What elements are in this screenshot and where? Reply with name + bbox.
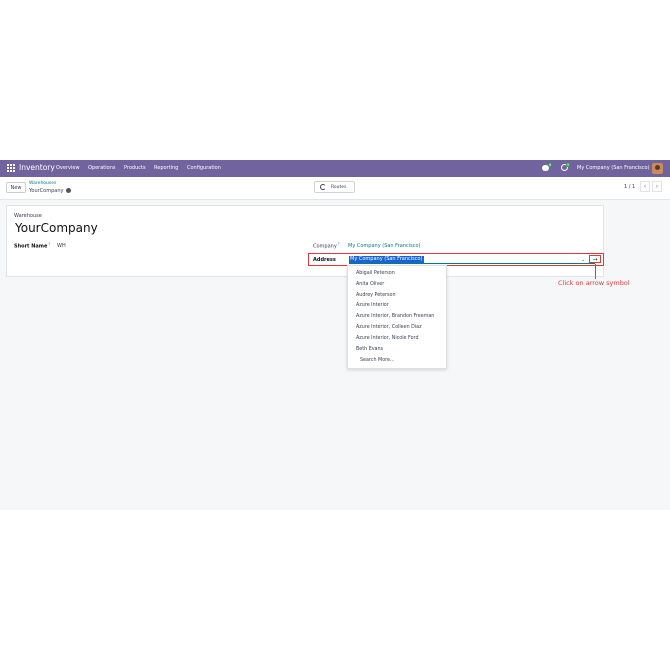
short-name-help-icon[interactable]: ? — [48, 242, 50, 246]
menu-products[interactable]: Products — [124, 165, 146, 171]
company-label: Company? — [313, 242, 340, 250]
dropdown-item[interactable]: Audrey Peterson — [356, 293, 396, 298]
annotation-text: Click on arrow symbol — [558, 279, 630, 287]
internal-link-arrow-icon[interactable]: → — [589, 255, 601, 263]
breadcrumb-warehouses[interactable]: Warehouses — [29, 181, 56, 186]
address-input[interactable]: My Company (San Francisco) ⌄ → — [349, 255, 601, 264]
pager-previous-icon[interactable]: ‹ — [640, 181, 650, 192]
company-help-icon[interactable]: ? — [338, 242, 340, 246]
top-navbar: Inventory Overview Operations Products R… — [0, 160, 670, 177]
app-window: Inventory Overview Operations Products R… — [0, 160, 670, 510]
address-label: Address — [313, 257, 336, 263]
app-brand[interactable]: Inventory — [19, 163, 55, 172]
pager-value[interactable]: 1 / 1 — [624, 184, 635, 190]
address-selected-text[interactable]: My Company (San Francisco) — [349, 256, 424, 263]
company-field[interactable]: My Company (San Francisco) — [348, 243, 421, 249]
routes-button[interactable]: Routes — [314, 181, 355, 193]
short-name-label: Short Name? — [14, 242, 51, 250]
search-more-link[interactable]: Search More... — [360, 358, 394, 363]
company-switcher[interactable]: My Company (San Francisco) — [577, 165, 650, 171]
chat-badge: 6 — [548, 163, 553, 167]
dropdown-item[interactable]: Azure Interior, Colleen Diaz — [356, 325, 422, 330]
pager-next-icon[interactable]: › — [652, 181, 662, 192]
new-button[interactable]: New — [6, 182, 26, 193]
caret-down-icon[interactable]: ⌄ — [581, 257, 585, 263]
menu-operations[interactable]: Operations — [88, 165, 116, 171]
dropdown-item[interactable]: Beth Evans — [356, 347, 383, 352]
dropdown-item[interactable]: Abigail Peterson — [356, 271, 395, 276]
breadcrumb-current: YourCompany — [29, 188, 64, 194]
refresh-icon — [320, 184, 326, 190]
menu-overview[interactable]: Overview — [56, 165, 80, 171]
warehouse-name-field[interactable]: YourCompany — [15, 221, 98, 235]
menu-reporting[interactable]: Reporting — [154, 165, 178, 171]
routes-label: Routes — [331, 185, 347, 190]
dropdown-item[interactable]: Azure Interior, Nicole Ford — [356, 336, 419, 341]
warehouse-label: Warehouse — [14, 213, 42, 219]
annotation-line — [595, 264, 596, 279]
dropdown-item[interactable]: Anita Oliver — [356, 282, 384, 287]
apps-menu-icon[interactable] — [7, 164, 15, 172]
menu-configuration[interactable]: Configuration — [187, 165, 221, 171]
gear-icon[interactable] — [66, 188, 71, 193]
form-sheet: Warehouse YourCompany Short Name? WH Com… — [6, 205, 604, 277]
user-avatar[interactable] — [652, 163, 663, 174]
activity-badge: 9 — [566, 163, 571, 167]
dropdown-item[interactable]: Azure Interior — [356, 303, 389, 308]
dropdown-item[interactable]: Azure Interior, Brandon Freeman — [356, 314, 434, 319]
address-dropdown: Abigail Peterson Anita Oliver Audrey Pet… — [347, 265, 447, 369]
control-panel: New Warehouses YourCompany Routes 1 / 1 … — [0, 177, 670, 200]
short-name-field[interactable]: WH — [57, 243, 66, 249]
